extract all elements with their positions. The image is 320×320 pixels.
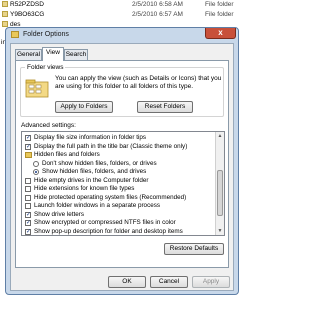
setting-label: Show hidden files, folders, and drives	[42, 168, 147, 175]
reset-folders-button[interactable]: Reset Folders	[137, 101, 193, 113]
cancel-button[interactable]: Cancel	[150, 276, 188, 288]
ok-button[interactable]: OK	[108, 276, 146, 288]
radio-unselected[interactable]	[33, 160, 39, 167]
setting-label: Hide protected operating system files (R…	[34, 193, 187, 201]
file-type: File folder	[205, 11, 234, 18]
setting-label: Show encrypted or compressed NTFS files …	[34, 219, 176, 226]
tab-label: Search	[65, 51, 87, 58]
setting-label: Hidden files and folders	[34, 151, 100, 158]
checkbox-unchecked[interactable]	[25, 194, 31, 201]
folder-options-dialog: Folder Options x General View Search Fol…	[5, 27, 239, 295]
tab-general[interactable]: General	[15, 49, 42, 60]
scroll-up-arrow-icon[interactable]: ▲	[216, 132, 224, 140]
checkbox-unchecked[interactable]	[25, 186, 31, 192]
tab-label: General	[16, 51, 41, 58]
apply-to-folders-button[interactable]: Apply to Folders	[55, 101, 113, 113]
file-name: Y9BO63CG	[10, 11, 45, 18]
folder-views-group: Folder views You can apply the view (suc…	[20, 63, 224, 117]
folder-icon	[25, 152, 32, 158]
folder-icon	[2, 11, 8, 17]
setting-label: Launch folder windows in a separate proc…	[34, 202, 161, 209]
advanced-settings-tree[interactable]: ✓ Display file size information in folder…	[21, 131, 225, 236]
checkbox-unchecked[interactable]	[25, 203, 31, 209]
setting-label: Display file size information in folder …	[34, 134, 146, 141]
scrollbar-thumb[interactable]	[217, 170, 223, 216]
folder-icon	[2, 1, 8, 7]
setting-label: Don't show hidden files, folders, or dri…	[42, 159, 157, 167]
setting-label: Show pop-up description for folder and d…	[34, 227, 183, 235]
advanced-settings-label: Advanced settings:	[21, 122, 76, 129]
restore-defaults-button[interactable]: Restore Defaults	[164, 243, 224, 255]
radio-selected[interactable]	[33, 169, 39, 175]
group-label: Folder views	[25, 63, 66, 72]
scroll-down-arrow-icon[interactable]: ▼	[216, 227, 224, 235]
folder-icon	[11, 31, 19, 38]
tab-view[interactable]: View	[42, 47, 64, 61]
tab-label: View	[46, 49, 60, 56]
dialog-client: General View Search Folder views You can…	[10, 43, 234, 291]
file-type: File folder	[205, 1, 234, 8]
setting-label: Display the full path in the title bar (…	[34, 142, 188, 150]
dialog-title: Folder Options	[23, 31, 69, 38]
file-name: R52PZDSD	[10, 1, 44, 8]
file-list-row[interactable]: Y9BO63CG 2/5/2010 6:57 AM File folder	[0, 10, 263, 19]
checkbox-checked[interactable]: ✓	[25, 228, 31, 235]
setting-label: Show drive letters	[34, 210, 85, 218]
setting-label: Hide empty drives in the Computer folder	[34, 176, 149, 184]
checkbox-checked[interactable]: ✓	[25, 211, 31, 218]
file-date: 2/5/2010 6:57 AM	[132, 11, 183, 18]
file-date: 2/5/2010 6:58 AM	[132, 1, 183, 8]
apply-button[interactable]: Apply	[192, 276, 230, 288]
checkbox-unchecked[interactable]	[25, 177, 31, 184]
close-button[interactable]: x	[205, 28, 236, 39]
checkbox-checked[interactable]: ✓	[25, 143, 31, 150]
folder-views-description: You can apply the view (such as Details …	[55, 75, 222, 90]
close-icon: x	[218, 28, 223, 37]
checkbox-checked[interactable]: ✓	[25, 135, 31, 141]
folder-icon	[2, 21, 8, 27]
folder-views-icon	[25, 79, 49, 98]
file-list-row[interactable]: R52PZDSD 2/5/2010 6:58 AM File folder	[0, 0, 263, 9]
setting-label: Hide extensions for known file types	[34, 185, 135, 192]
vertical-scrollbar[interactable]: ▲ ▼	[215, 132, 224, 235]
view-tab-panel: Folder views You can apply the view (suc…	[15, 60, 229, 268]
checkbox-checked[interactable]: ✓	[25, 220, 31, 226]
tab-search[interactable]: Search	[64, 49, 88, 60]
dialog-titlebar[interactable]: Folder Options x	[6, 28, 238, 42]
